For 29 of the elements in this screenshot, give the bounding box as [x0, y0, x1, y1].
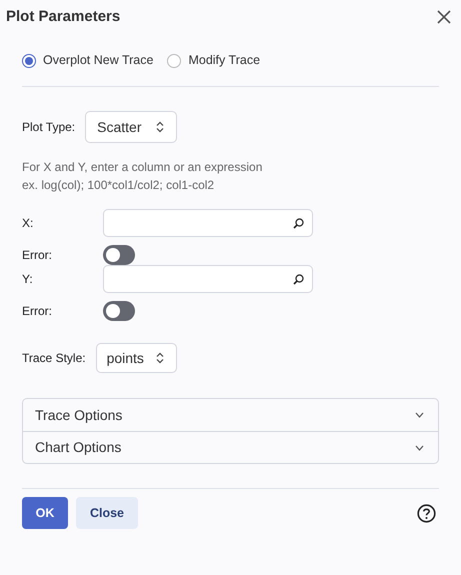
chevron-icon	[415, 444, 424, 450]
sort-icon	[156, 352, 164, 364]
radio-option[interactable]: Overplot New Trace	[22, 51, 154, 70]
help-icon[interactable]	[417, 504, 436, 522]
close-button[interactable]: Close	[76, 497, 138, 529]
accordion-header[interactable]: Chart Options	[23, 431, 438, 463]
field-label: Trace Style:	[22, 350, 86, 367]
hint-text: ex. log(col); 100*col1/col2; col1-col2	[22, 177, 216, 194]
hint-text: For X and Y, enter a column or an expression	[22, 159, 264, 176]
chevron-icon	[415, 412, 424, 418]
field-label: Plot Type:	[22, 119, 76, 136]
field-label: Y:	[22, 271, 34, 288]
trace-style-select[interactable]: points	[96, 343, 177, 373]
accordion-header[interactable]: Trace Options	[23, 399, 438, 431]
close-icon[interactable]	[437, 10, 451, 24]
field-label: Error:	[22, 303, 53, 320]
field-label: X:	[22, 215, 34, 232]
window-title: Plot Parameters	[6, 6, 120, 27]
error-toggle[interactable]	[103, 301, 135, 321]
error-toggle[interactable]	[103, 245, 135, 265]
sort-icon	[156, 121, 164, 133]
plot-type-select[interactable]: Scatter	[85, 111, 177, 143]
ok-button[interactable]: OK	[22, 497, 68, 529]
search-icon	[293, 218, 304, 228]
field-label: Error:	[22, 247, 53, 264]
column-input-field[interactable]	[103, 209, 313, 237]
column-input-field[interactable]	[103, 265, 313, 293]
search-icon	[293, 274, 304, 284]
radio-option[interactable]: Modify Trace	[167, 51, 260, 70]
